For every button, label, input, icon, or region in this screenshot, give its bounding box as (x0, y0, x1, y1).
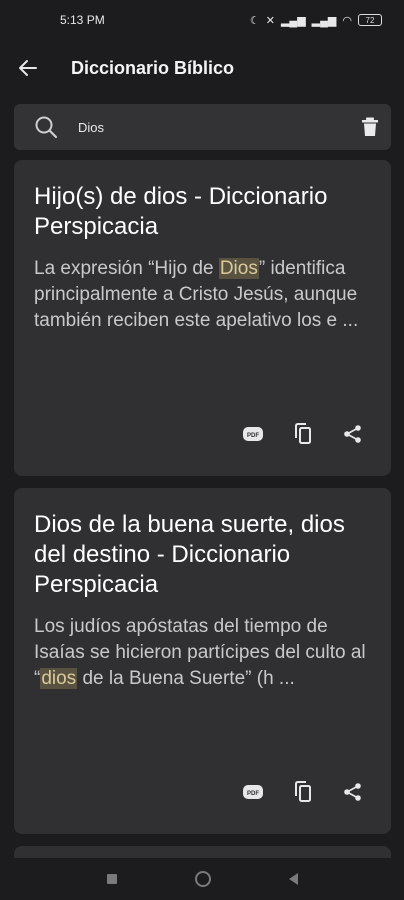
card-actions: PDF (241, 422, 365, 446)
excerpt-text: de la Buena Suerte” (h ... (77, 668, 295, 689)
signal-icon: ▂▄▆ (280, 14, 306, 27)
svg-text:PDF: PDF (247, 791, 259, 797)
battery-icon: 72 (358, 14, 382, 26)
home-icon[interactable] (194, 871, 211, 887)
moon-icon: ☾ (249, 14, 260, 27)
back-nav-icon[interactable] (288, 873, 298, 885)
battery-level: 72 (365, 15, 375, 25)
search-highlight: dios (40, 668, 78, 689)
status-bar: 5:13 PM ☾ ✕ ▂▄▆ ▂▄▆ ◠ 72 (0, 0, 404, 40)
result-excerpt: Los judíos apóstatas del tiempo de Isaía… (34, 614, 371, 692)
back-button[interactable] (0, 40, 56, 96)
pdf-button[interactable]: PDF (241, 780, 265, 804)
copy-icon (295, 781, 311, 802)
result-excerpt: La expresión “Hijo de Dios” identifica p… (34, 256, 371, 334)
copy-icon (295, 423, 311, 444)
share-icon (344, 425, 361, 443)
result-title: Hijo(s) de dios - Diccionario Perspicaci… (34, 183, 328, 240)
status-time: 5:13 PM (60, 13, 105, 27)
result-title: Dios de la buena suerte, dios del destin… (34, 511, 345, 598)
card-actions: PDF (241, 780, 365, 804)
pdf-icon: PDF (243, 785, 263, 799)
signal-icon: ▂▄▆ (311, 14, 337, 27)
arrow-left-icon (19, 60, 37, 76)
copy-button[interactable] (291, 780, 315, 804)
mute-icon: ✕ (265, 14, 275, 27)
result-card[interactable]: Dios de la buena suerte, dios del destin… (14, 488, 391, 834)
wifi-icon: ◠ (342, 14, 352, 27)
share-icon (344, 783, 361, 801)
result-card[interactable]: Hijo(s) de dios - Diccionario Perspicaci… (14, 160, 391, 476)
search-bar[interactable] (14, 104, 391, 150)
svg-text:PDF: PDF (247, 433, 259, 439)
page-title: Diccionario Bíblico (71, 57, 235, 78)
search-highlight: Dios (218, 258, 259, 279)
pdf-button[interactable]: PDF (241, 422, 265, 446)
share-button[interactable] (341, 422, 365, 446)
trash-icon[interactable] (361, 117, 379, 137)
excerpt-text: La expresión “Hijo de (34, 258, 219, 279)
status-icons: ☾ ✕ ▂▄▆ ▂▄▆ ◠ 72 (250, 14, 382, 27)
share-button[interactable] (341, 780, 365, 804)
copy-button[interactable] (291, 422, 315, 446)
search-input[interactable] (76, 118, 340, 136)
recents-icon[interactable] (106, 874, 117, 884)
pdf-icon: PDF (243, 427, 263, 441)
search-icon[interactable] (34, 115, 58, 139)
app-bar: Diccionario Bíblico (0, 40, 404, 96)
system-nav-bar (0, 858, 404, 900)
